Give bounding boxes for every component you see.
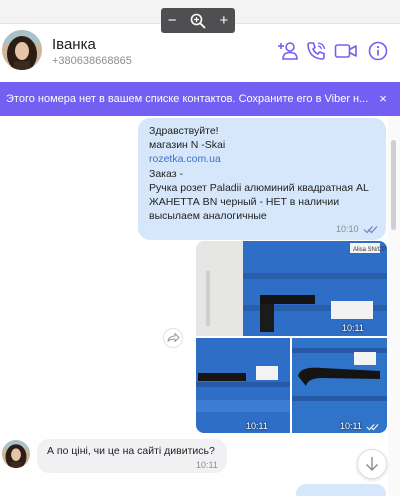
message-time: 10:10 xyxy=(336,224,359,234)
banner-text: Этого номера нет в вашем списке контакто… xyxy=(6,93,369,105)
read-ticks-icon xyxy=(363,226,378,234)
outgoing-message-partial[interactable] xyxy=(296,484,386,496)
unknown-contact-banner[interactable]: Этого номера нет в вашем списке контакто… xyxy=(0,82,400,116)
photo-time: 10:11 xyxy=(342,323,364,333)
zoom-magnifier-icon[interactable] xyxy=(190,13,206,29)
message-line: магазин N -Skai xyxy=(149,139,226,152)
banner-close-button[interactable]: × xyxy=(376,82,390,116)
contact-name[interactable]: Іванка xyxy=(52,36,96,53)
share-icon xyxy=(167,332,180,343)
add-contact-icon[interactable] xyxy=(277,40,299,62)
contact-avatar[interactable] xyxy=(2,30,42,70)
zoom-out-button[interactable]: − xyxy=(168,13,177,28)
sender-avatar[interactable] xyxy=(2,440,30,468)
photo-album[interactable]: Alisa SN/CP 10:11 10:11 10:11 xyxy=(196,241,387,433)
photo-bottom-right[interactable]: 10:11 xyxy=(292,338,387,433)
message-line: Здравствуйте! xyxy=(149,125,219,137)
phone-icon[interactable] xyxy=(305,40,327,62)
photo-main[interactable]: Alisa SN/CP 10:11 xyxy=(196,241,387,336)
contact-phone: +380638668865 xyxy=(52,55,132,67)
message-time: 10:11 xyxy=(196,460,218,470)
image-zoom-toolbar: − + xyxy=(161,8,235,33)
message-link[interactable]: rozetka.com.ua xyxy=(149,152,376,166)
message-line: ЖАНЕТТА BN черный - НЕТ в наличии xyxy=(149,196,340,209)
door-handle-photo: Alisa SN/CP xyxy=(196,241,387,336)
message-line: высылаем аналогичные xyxy=(149,210,267,223)
video-call-icon[interactable] xyxy=(334,40,358,62)
door-handle-photo xyxy=(196,338,290,433)
message-line: Заказ - xyxy=(149,167,183,180)
share-button[interactable] xyxy=(163,328,183,348)
zoom-in-button[interactable]: + xyxy=(219,13,228,28)
info-icon[interactable] xyxy=(367,40,389,62)
arrow-down-icon xyxy=(366,457,378,471)
scroll-to-bottom-button[interactable] xyxy=(357,449,387,479)
read-ticks-icon xyxy=(366,424,379,431)
product-tag-label: Alisa SN/CP xyxy=(353,247,386,253)
photo-bottom-left[interactable]: 10:11 xyxy=(196,338,290,433)
scrollbar-thumb[interactable] xyxy=(391,140,396,230)
door-handle-photo xyxy=(292,338,387,433)
photo-time: 10:11 xyxy=(246,421,268,431)
outgoing-message[interactable]: Здравствуйте! магазин N -Skai rozetka.co… xyxy=(138,118,386,240)
message-line: Ручка розет Paladii алюминий квадратная … xyxy=(149,181,369,194)
message-text: А по ціні, чи це на сайті дивитись? xyxy=(47,445,215,457)
photo-time: 10:11 xyxy=(340,421,362,431)
